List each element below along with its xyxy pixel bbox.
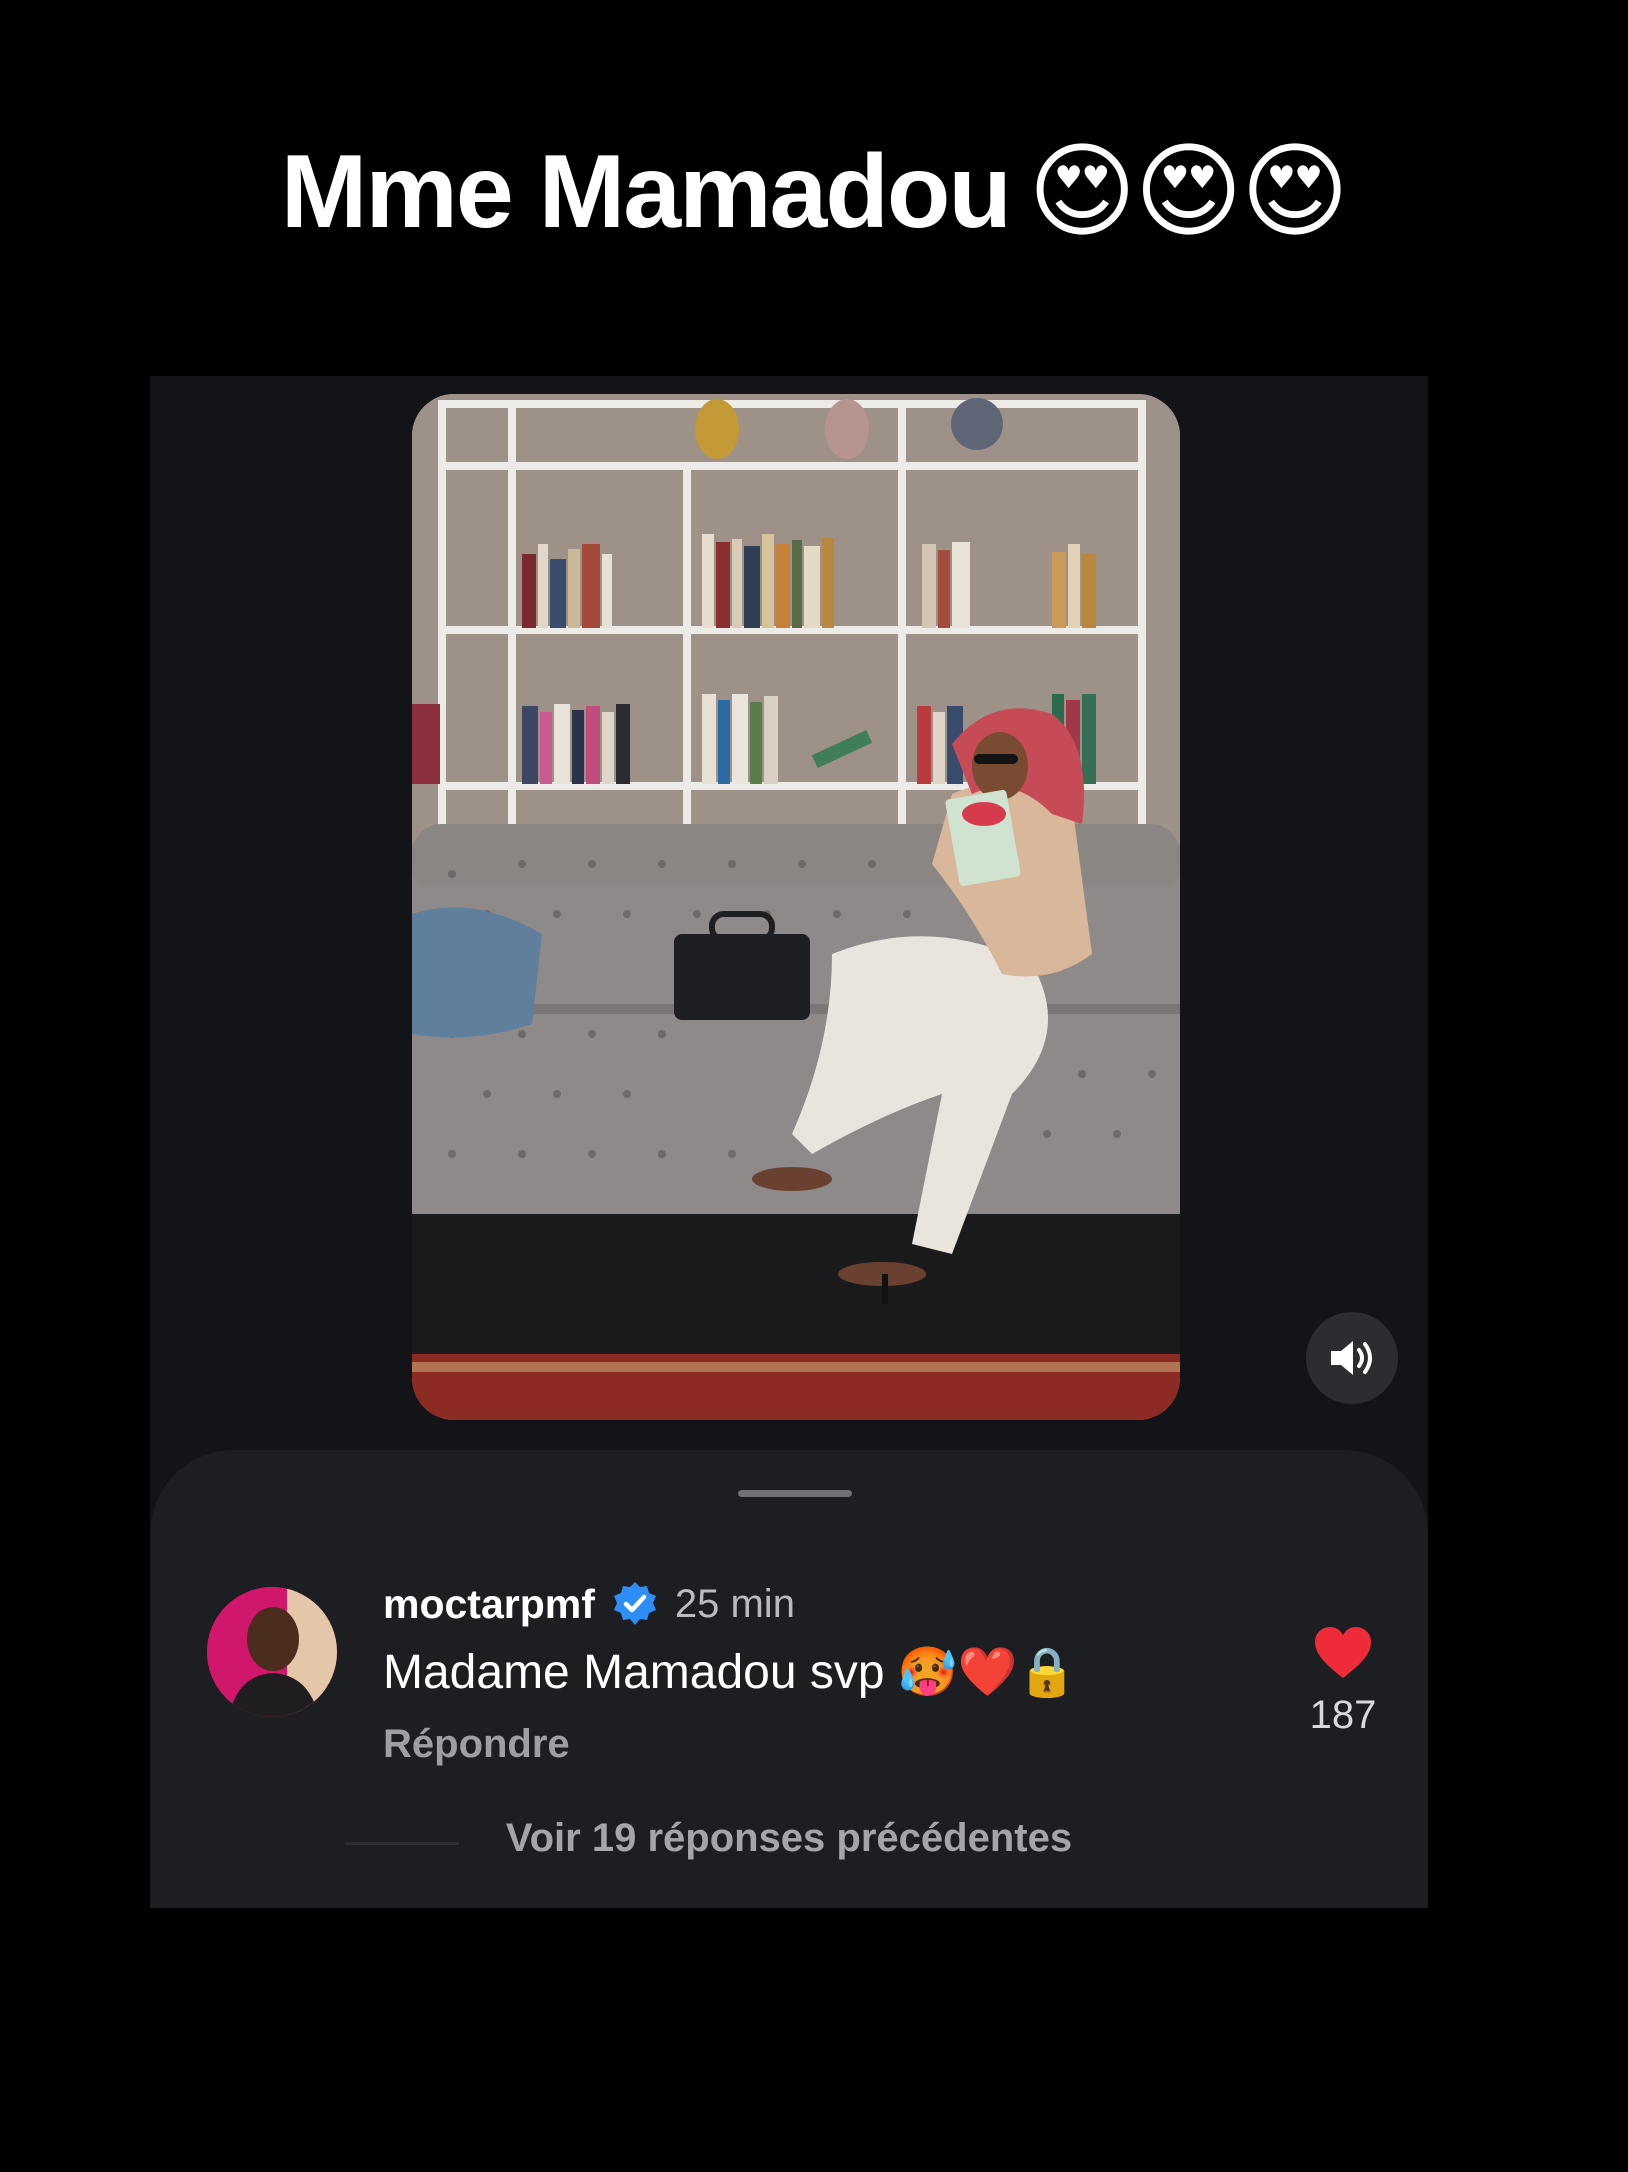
verified-badge-icon	[613, 1582, 656, 1625]
video-caption: Mme Mamadou 😍😍😍	[0, 130, 1628, 252]
avatar-image	[207, 1587, 337, 1717]
video-player[interactable]	[412, 394, 1180, 1420]
caption-text: Mme Mamadou	[280, 134, 1012, 250]
comment-header: moctarpmf 25 min	[383, 1576, 795, 1632]
avatar[interactable]	[207, 1587, 337, 1717]
sheet-drag-handle[interactable]	[738, 1490, 852, 1497]
reply-button[interactable]: Répondre	[383, 1722, 570, 1767]
like-button[interactable]: 187	[1298, 1626, 1388, 1738]
like-count: 187	[1309, 1693, 1377, 1737]
comment-text: Madame Mamadou svp 🥵❤️🔒	[383, 1646, 1078, 1699]
sound-toggle-button[interactable]	[1306, 1312, 1398, 1404]
heart-icon	[1315, 1627, 1371, 1678]
comment-sheet: moctarpmf 25 min Madame Mamadou svp 🥵❤️🔒…	[150, 1450, 1428, 1908]
comment-time: 25 min	[674, 1581, 795, 1626]
comment-username[interactable]: moctarpmf	[383, 1581, 595, 1628]
speaker-volume-icon	[1331, 1341, 1372, 1375]
view-previous-replies-button[interactable]: Voir 19 réponses précédentes	[150, 1816, 1428, 1861]
video-frame-illustration	[412, 394, 1180, 1420]
caption-emojis: 😍😍😍	[1027, 134, 1349, 250]
